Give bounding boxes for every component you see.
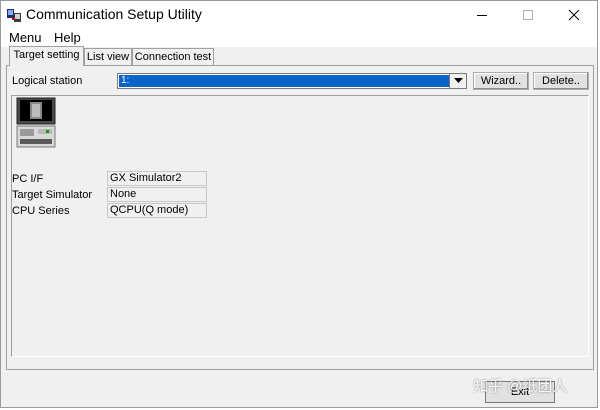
maximize-button[interactable] [505,1,551,29]
close-button[interactable] [551,1,597,29]
cpu-series-label: CPU Series [12,205,70,217]
menu-item-menu[interactable]: Menu [7,29,44,47]
menu-bar: Menu Help [1,29,597,47]
cpu-series-value: QCPU(Q mode) [107,203,207,218]
pc-icon [16,97,56,148]
logical-station-value: 1: [119,75,451,87]
chevron-down-icon [453,78,463,83]
minimize-button[interactable] [459,1,505,29]
target-simulator-label: Target Simulator [12,189,93,201]
window-title: Communication Setup Utility [26,6,202,22]
close-icon [568,9,580,21]
logical-station-label: Logical station [12,75,83,87]
app-window: Communication Setup Utility Menu Help Ta… [0,0,598,408]
tab-target-setting[interactable]: Target setting [9,46,84,66]
tab-connection-test[interactable]: Connection test [132,48,214,65]
delete-button[interactable]: Delete.. [533,72,589,90]
minimize-icon [477,15,487,16]
title-bar[interactable]: Communication Setup Utility [1,1,597,29]
pc-if-value: GX Simulator2 [107,171,207,186]
menu-item-help[interactable]: Help [52,29,83,47]
wizard-button[interactable]: Wizard.. [473,72,529,90]
logical-station-select[interactable]: 1: [117,73,467,89]
app-icon [7,9,21,22]
watermark: 知乎 @纸团人 [473,378,568,395]
maximize-icon [523,10,533,20]
pc-if-label: PC I/F [12,173,44,185]
connection-details-area [11,95,589,357]
target-simulator-value: None [107,187,207,202]
tab-list-view[interactable]: List view [84,48,132,65]
dropdown-button[interactable] [449,74,466,88]
